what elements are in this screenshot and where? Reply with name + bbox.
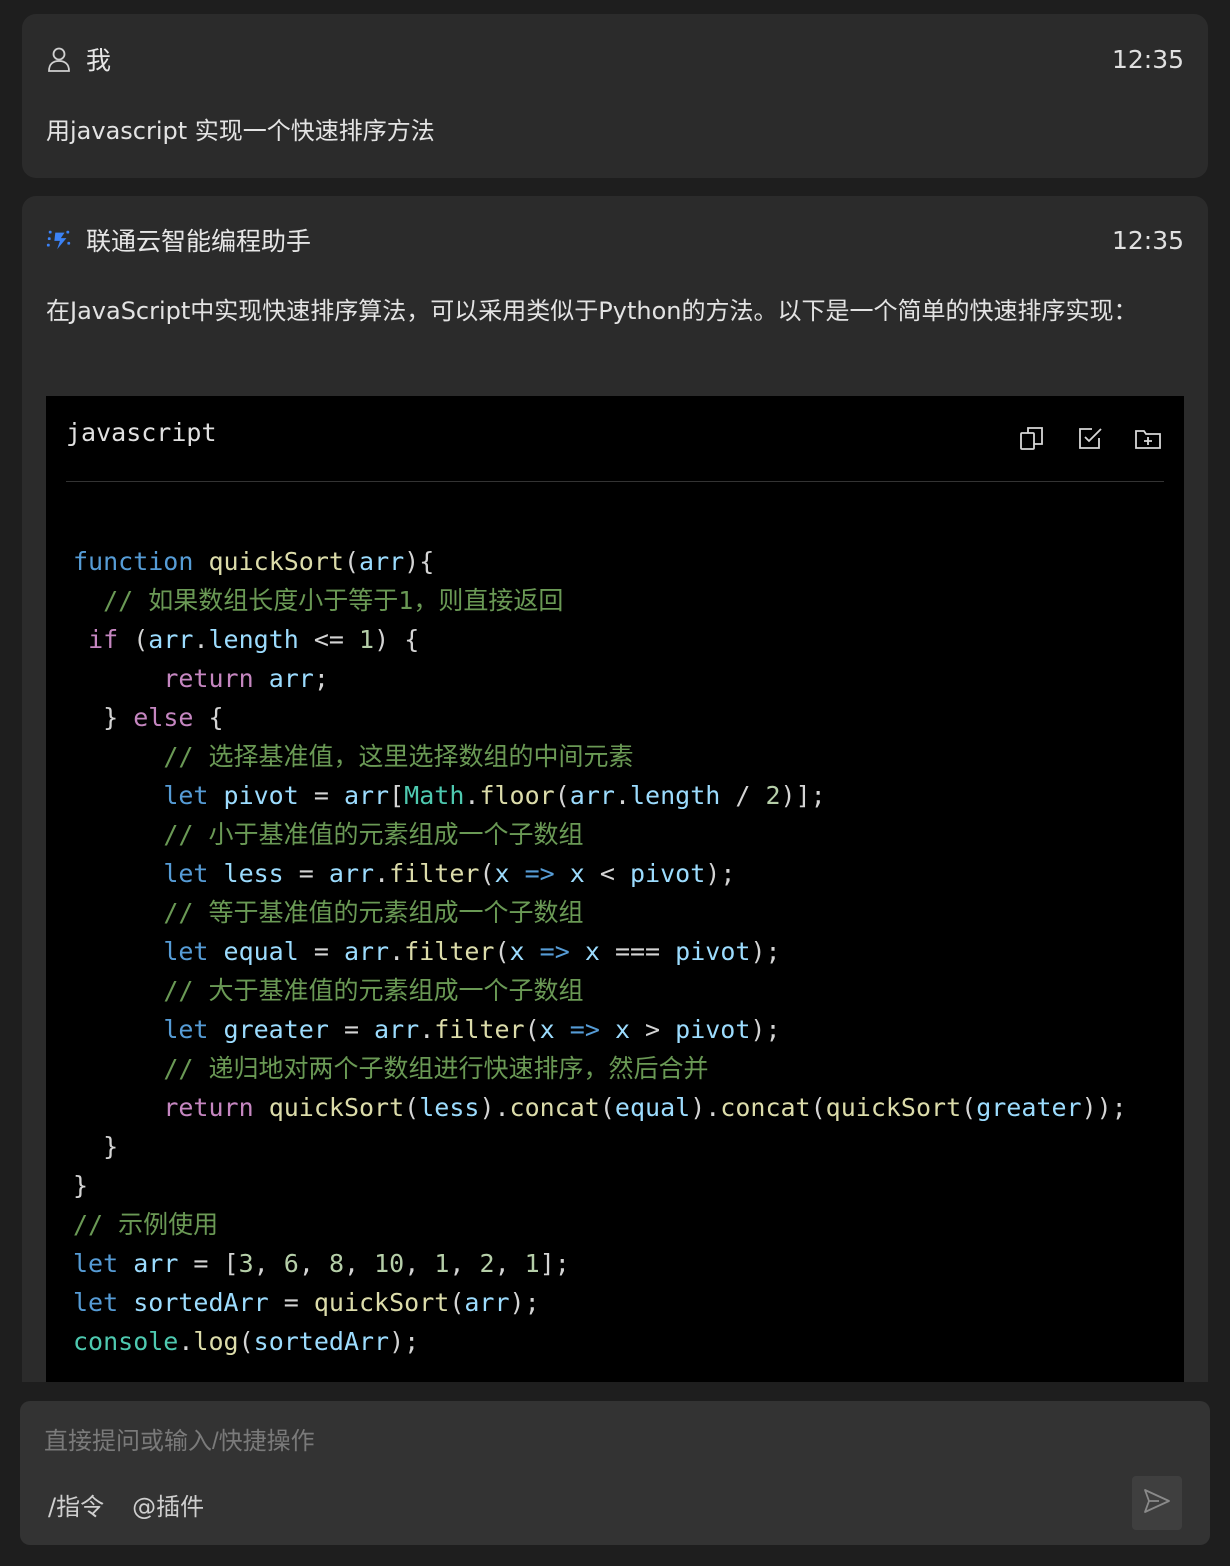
insert-check-icon[interactable]	[1076, 424, 1104, 452]
code-language-label: javascript	[66, 418, 217, 447]
commands-button[interactable]: /指令	[48, 1487, 104, 1522]
code-content[interactable]: function quickSort(arr){ // 如果数组长度小于等于1，…	[73, 542, 1127, 1361]
composer-options: /指令 @插件	[48, 1487, 204, 1522]
assistant-logo-icon	[46, 227, 72, 253]
user-message-time: 12:35	[1111, 44, 1184, 74]
new-file-icon[interactable]	[1134, 424, 1162, 452]
user-message-header: 我 12:35	[46, 39, 1184, 79]
code-toolbar	[1018, 424, 1162, 452]
user-message-text: 用javascript 实现一个快速排序方法	[46, 117, 435, 145]
prompt-input[interactable]	[42, 1421, 1046, 1463]
user-icon	[46, 46, 72, 72]
composer: /指令 @插件	[20, 1401, 1210, 1545]
code-block: javascript function quickSort(arr){// 如…	[46, 396, 1184, 1382]
user-message-card: 我 12:35 用javascript 实现一个快速排序方法	[22, 14, 1208, 178]
code-block-header: javascript	[66, 396, 1164, 482]
assistant-message-card: 联通云智能编程助手 12:35 在JavaScript中实现快速排序算法，可以采…	[22, 196, 1208, 1382]
plugins-button[interactable]: @插件	[132, 1487, 204, 1522]
assistant-message-time: 12:35	[1111, 225, 1184, 255]
assistant-message-header: 联通云智能编程助手 12:35	[46, 220, 1184, 260]
copy-icon[interactable]	[1018, 424, 1046, 452]
send-icon	[1143, 1488, 1171, 1518]
send-button[interactable]	[1132, 1476, 1182, 1530]
assistant-message-text: 在JavaScript中实现快速排序算法，可以采用类似于Python的方法。以下…	[46, 297, 1138, 325]
assistant-name: 联通云智能编程助手	[86, 227, 312, 256]
user-name: 我	[86, 46, 112, 75]
